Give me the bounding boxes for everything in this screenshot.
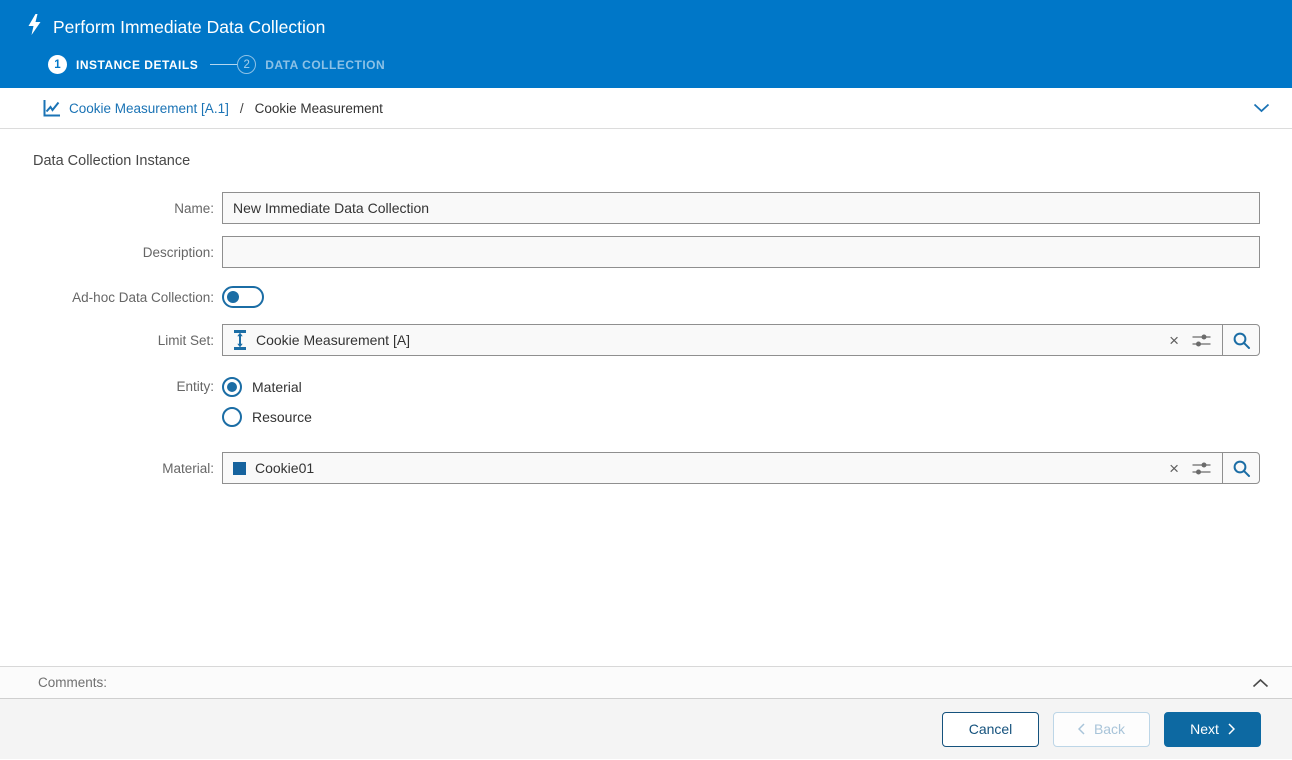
back-button[interactable]: Back xyxy=(1053,711,1150,747)
form: Name: Description: Ad-hoc Data Collectio… xyxy=(0,192,1292,484)
step-instance-details[interactable]: 1 INSTANCE DETAILS xyxy=(48,55,198,74)
filter-sliders-icon[interactable] xyxy=(1188,333,1222,348)
search-icon[interactable] xyxy=(1222,453,1259,483)
lightning-icon xyxy=(27,14,42,40)
limit-set-label: Limit Set: xyxy=(157,332,214,348)
search-icon[interactable] xyxy=(1222,325,1259,355)
form-panel: Data Collection Instance Name: Descripti… xyxy=(0,129,1292,666)
step-label: INSTANCE DETAILS xyxy=(76,57,199,72)
cancel-button-label: Cancel xyxy=(968,721,1013,737)
filter-sliders-icon[interactable] xyxy=(1188,461,1222,476)
chevron-down-icon[interactable] xyxy=(1253,103,1270,113)
wizard-header: Perform Immediate Data Collection 1 INST… xyxy=(0,0,1292,88)
entity-row: Entity: Material Resource xyxy=(0,377,1292,427)
comments-label: Comments: xyxy=(38,675,108,690)
cancel-button[interactable]: Cancel xyxy=(942,711,1039,747)
step-number: 2 xyxy=(237,55,257,74)
step-label: DATA COLLECTION xyxy=(265,57,386,72)
toggle-knob xyxy=(227,291,239,303)
clear-icon[interactable]: × xyxy=(1160,332,1188,349)
limit-set-picker: Cookie Measurement [A] × xyxy=(222,324,1260,356)
step-data-collection[interactable]: 2 DATA COLLECTION xyxy=(237,55,385,74)
next-button-label: Next xyxy=(1190,721,1219,737)
comments-bar[interactable]: Comments: xyxy=(0,666,1292,699)
material-picker: Cookie01 × xyxy=(222,452,1260,484)
step-number: 1 xyxy=(48,55,67,74)
back-button-label: Back xyxy=(1093,721,1126,737)
description-row: Description: xyxy=(0,236,1292,268)
breadcrumb: Cookie Measurement [A.1] / Cookie Measur… xyxy=(0,88,1292,129)
clear-icon[interactable]: × xyxy=(1160,460,1188,477)
chevron-up-icon[interactable] xyxy=(1252,678,1269,688)
chevron-right-icon xyxy=(1228,723,1235,735)
name-row: Name: xyxy=(0,192,1292,224)
material-label: Material: xyxy=(162,460,214,476)
breadcrumb-separator: / xyxy=(239,100,244,116)
entity-option-resource[interactable]: Resource xyxy=(222,407,312,427)
name-input[interactable] xyxy=(222,192,1260,224)
description-label: Description: xyxy=(142,244,214,260)
chevron-left-icon xyxy=(1077,723,1085,735)
material-row: Material: Cookie01 × xyxy=(0,452,1292,484)
limit-set-value[interactable]: Cookie Measurement [A] xyxy=(256,332,1160,348)
breadcrumb-current: Cookie Measurement xyxy=(254,100,383,116)
title-row: Perform Immediate Data Collection xyxy=(0,0,1292,40)
radio-unselected-icon[interactable] xyxy=(222,407,242,427)
radio-selected-icon[interactable] xyxy=(222,377,242,397)
material-icon xyxy=(233,461,246,475)
description-input[interactable] xyxy=(222,236,1260,268)
limit-set-row: Limit Set: Cookie Measurement [A] × xyxy=(0,324,1292,356)
radio-label: Resource xyxy=(252,409,312,425)
name-label: Name: xyxy=(174,200,214,216)
line-chart-icon xyxy=(42,99,61,118)
wizard-stepper: 1 INSTANCE DETAILS 2 DATA COLLECTION xyxy=(48,55,1292,74)
adhoc-toggle[interactable] xyxy=(222,286,264,308)
section-title: Data Collection Instance xyxy=(33,153,191,169)
entity-label: Entity: xyxy=(176,379,214,394)
adhoc-row: Ad-hoc Data Collection: xyxy=(0,286,1292,308)
adhoc-label: Ad-hoc Data Collection: xyxy=(72,289,214,305)
limit-set-icon xyxy=(233,330,247,350)
next-button[interactable]: Next xyxy=(1164,711,1261,747)
step-connector xyxy=(210,64,238,65)
radio-label: Material xyxy=(252,379,302,395)
material-value[interactable]: Cookie01 xyxy=(255,460,1160,476)
breadcrumb-parent-link[interactable]: Cookie Measurement [A.1] xyxy=(69,101,229,116)
page-title: Perform Immediate Data Collection xyxy=(53,16,326,37)
entity-option-material[interactable]: Material xyxy=(222,377,312,397)
wizard-footer: Cancel Back Next xyxy=(0,699,1292,759)
